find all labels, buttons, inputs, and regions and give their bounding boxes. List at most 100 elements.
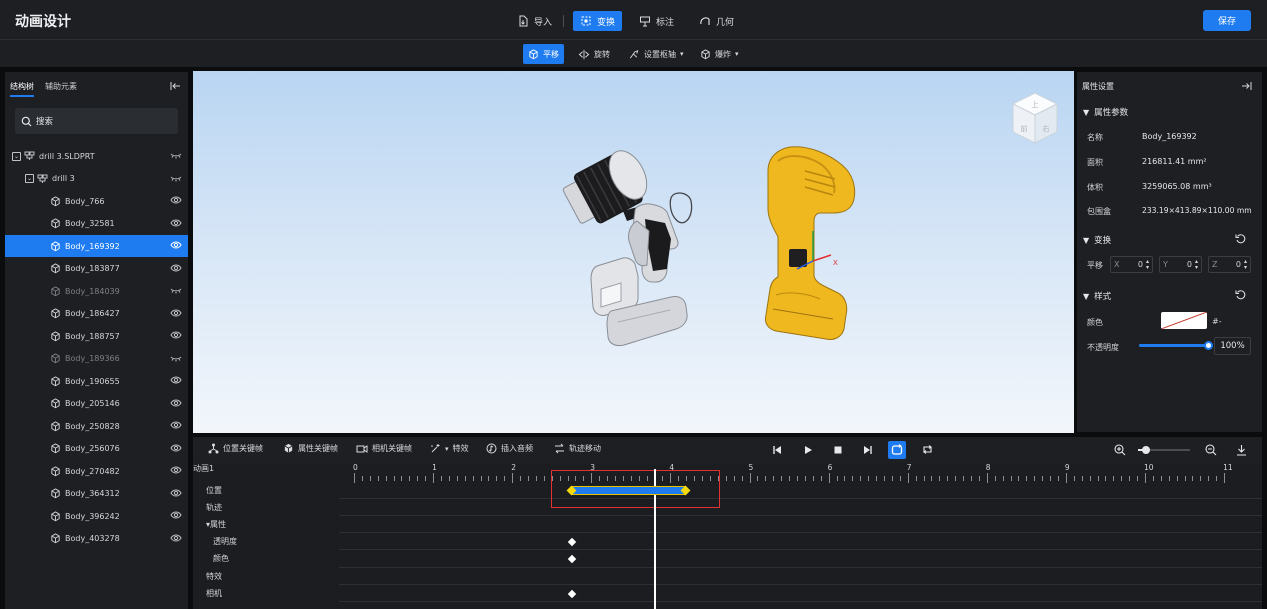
camera-icon xyxy=(356,444,368,453)
ruler-tick xyxy=(757,476,759,481)
timeline-ruler[interactable]: 0 1 2 3 4 5 6 7 8 9 10 11 xyxy=(339,463,1262,483)
chevron-down-icon: ▾ xyxy=(445,444,449,453)
ruler-tick xyxy=(496,476,498,481)
collapse-panel-icon[interactable] xyxy=(1241,81,1252,91)
top-bar: 动画设计 导入 变换 标注 几何 保存 xyxy=(0,0,1267,40)
position-keyframe-button[interactable]: 位置关键帧 xyxy=(208,443,263,454)
color-swatch[interactable] xyxy=(1161,312,1207,329)
tree-row[interactable]: Body_190655 xyxy=(5,370,188,392)
zoom-in-icon[interactable] xyxy=(1114,444,1126,456)
repeat-icon[interactable] xyxy=(921,443,934,456)
eye-closed-icon[interactable] xyxy=(170,150,182,160)
tree-row[interactable]: Body_186427 xyxy=(5,303,188,325)
eye-icon[interactable] xyxy=(170,263,182,273)
skip-to-end-icon[interactable] xyxy=(863,445,873,455)
save-button[interactable]: 保存 xyxy=(1203,10,1251,31)
translate-button[interactable]: 平移 xyxy=(523,44,564,64)
assembled-drill[interactable]: X xyxy=(765,146,856,340)
zoom-slider-thumb[interactable] xyxy=(1142,446,1150,454)
reset-style-icon[interactable] xyxy=(1235,289,1246,300)
section-params-header[interactable]: ▼ 属性参数 xyxy=(1083,106,1129,119)
section-style-label: 样式 xyxy=(1094,292,1112,302)
ruler-tick xyxy=(883,476,885,481)
property-keyframe-button[interactable]: 属性关键帧 xyxy=(283,443,338,454)
eye-icon[interactable] xyxy=(170,510,182,520)
explode-dropdown[interactable]: 爆炸 ▾ xyxy=(695,44,744,64)
import-button[interactable]: 导入 xyxy=(510,11,559,31)
reset-transform-icon[interactable] xyxy=(1235,233,1246,244)
effects-dropdown[interactable]: ▾ 特效 xyxy=(430,443,469,454)
section-style-header[interactable]: ▼ 样式 xyxy=(1083,290,1112,303)
eye-closed-icon[interactable] xyxy=(170,173,182,183)
transform-button[interactable]: 变换 xyxy=(573,11,623,31)
track-move-button[interactable]: 轨迹移动 xyxy=(554,443,601,454)
eye-icon[interactable] xyxy=(170,398,182,408)
eye-icon[interactable] xyxy=(170,465,182,475)
translate-x-input[interactable]: X 0 ▴ ▾ xyxy=(1110,256,1153,273)
tree-row[interactable]: Body_189366 xyxy=(5,348,188,370)
body-icon xyxy=(51,443,60,454)
loop-button[interactable] xyxy=(888,441,906,459)
tree-row[interactable]: Body_364312 xyxy=(5,483,188,505)
expand-toggle-icon[interactable]: ⌄ xyxy=(12,151,21,161)
insert-audio-button[interactable]: 插入音频 xyxy=(486,443,533,454)
eye-closed-icon[interactable] xyxy=(170,353,182,363)
view-cube[interactable]: 上 前 右 xyxy=(1011,92,1059,144)
ruler-tick xyxy=(448,476,450,481)
tree-row[interactable]: Body_183877 xyxy=(5,258,188,280)
eye-icon[interactable] xyxy=(170,443,182,453)
section-transform-header[interactable]: ▼ 变换 xyxy=(1083,234,1111,247)
tree-row[interactable]: Body_766 xyxy=(5,190,188,212)
tree-row[interactable]: ⌄ drill 3.SLDPRT xyxy=(5,145,188,167)
opacity-slider[interactable] xyxy=(1139,341,1213,350)
tab-auxiliary-elements[interactable]: 辅助元素 xyxy=(45,81,77,92)
tree-row[interactable]: Body_256076 xyxy=(5,438,188,460)
position-clip[interactable] xyxy=(571,486,687,495)
search-input[interactable]: 搜索 xyxy=(15,108,178,134)
eye-icon[interactable] xyxy=(170,533,182,543)
eye-icon[interactable] xyxy=(170,330,182,340)
download-icon[interactable] xyxy=(1236,444,1247,456)
rotate-button[interactable]: 旋转 xyxy=(573,44,615,64)
collapse-panel-icon[interactable] xyxy=(170,81,181,91)
tree-row[interactable]: Body_184039 xyxy=(5,280,188,302)
tree-row[interactable]: Body_250828 xyxy=(5,415,188,437)
translate-z-input[interactable]: Z 0 ▴ ▾ xyxy=(1208,256,1251,273)
eye-icon[interactable] xyxy=(170,218,182,228)
section-params-label: 属性参数 xyxy=(1094,108,1129,118)
zoom-out-icon[interactable] xyxy=(1205,444,1217,456)
play-icon[interactable] xyxy=(803,445,813,455)
eye-icon[interactable] xyxy=(170,195,182,205)
tree-row[interactable]: Body_32581 xyxy=(5,213,188,235)
expand-toggle-icon[interactable]: ⌄ xyxy=(25,174,34,183)
opacity-slider-thumb[interactable] xyxy=(1204,341,1213,350)
zoom-slider[interactable] xyxy=(1138,446,1190,454)
translate-y-input[interactable]: Y 0 ▴ ▾ xyxy=(1159,256,1202,273)
tree-row[interactable]: Body_169392 xyxy=(5,235,188,257)
tree-row[interactable]: Body_403278 xyxy=(5,528,188,550)
tree-row[interactable]: Body_188757 xyxy=(5,325,188,347)
track-lane xyxy=(339,566,1262,568)
eye-icon[interactable] xyxy=(170,375,182,385)
eye-icon[interactable] xyxy=(170,308,182,318)
pivot-dropdown[interactable]: 设置枢轴 ▾ xyxy=(623,44,689,64)
3d-viewport[interactable]: 上 前 右 X xyxy=(193,71,1074,433)
eye-icon[interactable] xyxy=(170,488,182,498)
opacity-input[interactable]: 100% xyxy=(1214,337,1251,355)
tree-row[interactable]: Body_396242 xyxy=(5,505,188,527)
tree-row[interactable]: ⌄ drill 3 xyxy=(5,168,188,190)
annotate-button[interactable]: 标注 xyxy=(632,11,681,31)
geometry-button[interactable]: 几何 xyxy=(692,11,741,31)
eye-icon[interactable] xyxy=(170,240,182,250)
bbox-value: 233.19×413.89×110.00 mm xyxy=(1142,206,1252,215)
tree-item-label: Body_396242 xyxy=(65,511,120,521)
tree-row[interactable]: Body_205146 xyxy=(5,393,188,415)
stop-icon[interactable] xyxy=(833,445,843,455)
eye-icon[interactable] xyxy=(170,420,182,430)
camera-keyframe-button[interactable]: 相机关键帧 xyxy=(356,443,412,454)
eye-closed-icon[interactable] xyxy=(170,285,182,295)
tree-row[interactable]: Body_270482 xyxy=(5,460,188,482)
exploded-drill-parts[interactable] xyxy=(559,145,693,347)
tab-structure-tree[interactable]: 结构树 xyxy=(10,81,34,97)
skip-to-start-icon[interactable] xyxy=(772,445,782,455)
